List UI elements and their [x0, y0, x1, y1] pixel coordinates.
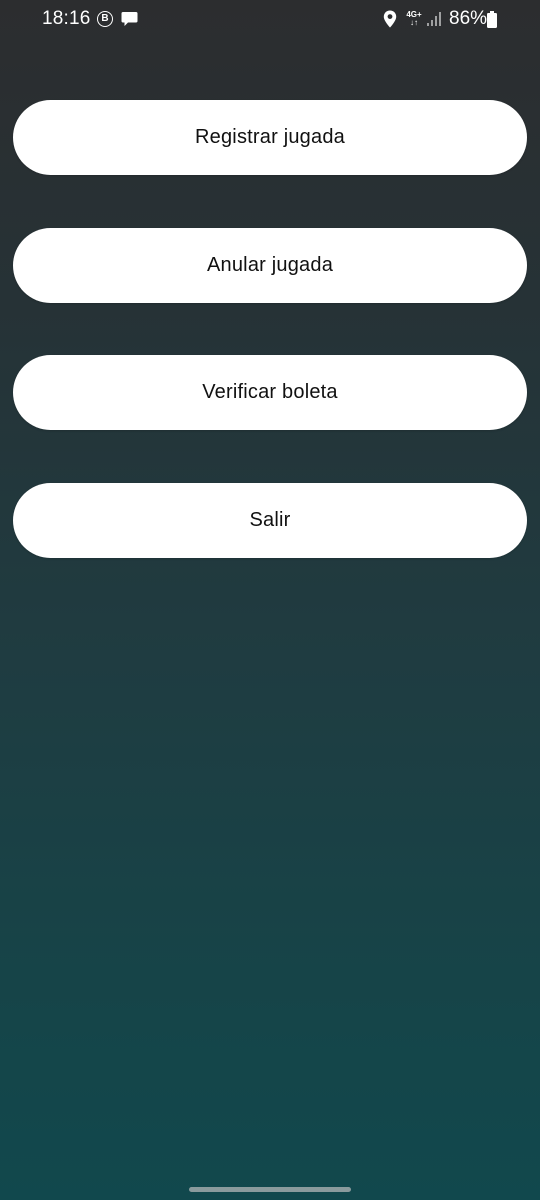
- status-time: 18:16: [42, 8, 91, 29]
- verificar-boleta-button[interactable]: Verificar boleta: [13, 355, 527, 430]
- network-indicator: 4G+ ↓↑: [405, 11, 423, 27]
- salir-button[interactable]: Salir: [13, 482, 527, 558]
- registrar-jugada-button[interactable]: Registrar jugada: [13, 100, 527, 175]
- location-icon: [383, 10, 397, 28]
- navigation-handle[interactable]: [189, 1187, 351, 1192]
- main-menu: Registrar jugada Anular jugada Verificar…: [13, 100, 527, 610]
- status-bar: 18:16 B 4G+ ↓↑ 86%: [0, 0, 540, 40]
- battery-percent: 86%: [449, 8, 488, 29]
- signal-icon: [427, 12, 441, 26]
- chat-icon: [121, 12, 138, 26]
- data-arrows-icon: ↓↑: [410, 18, 418, 27]
- b-badge-icon: B: [97, 11, 113, 27]
- anular-jugada-button[interactable]: Anular jugada: [13, 227, 527, 303]
- battery-icon: [487, 11, 497, 28]
